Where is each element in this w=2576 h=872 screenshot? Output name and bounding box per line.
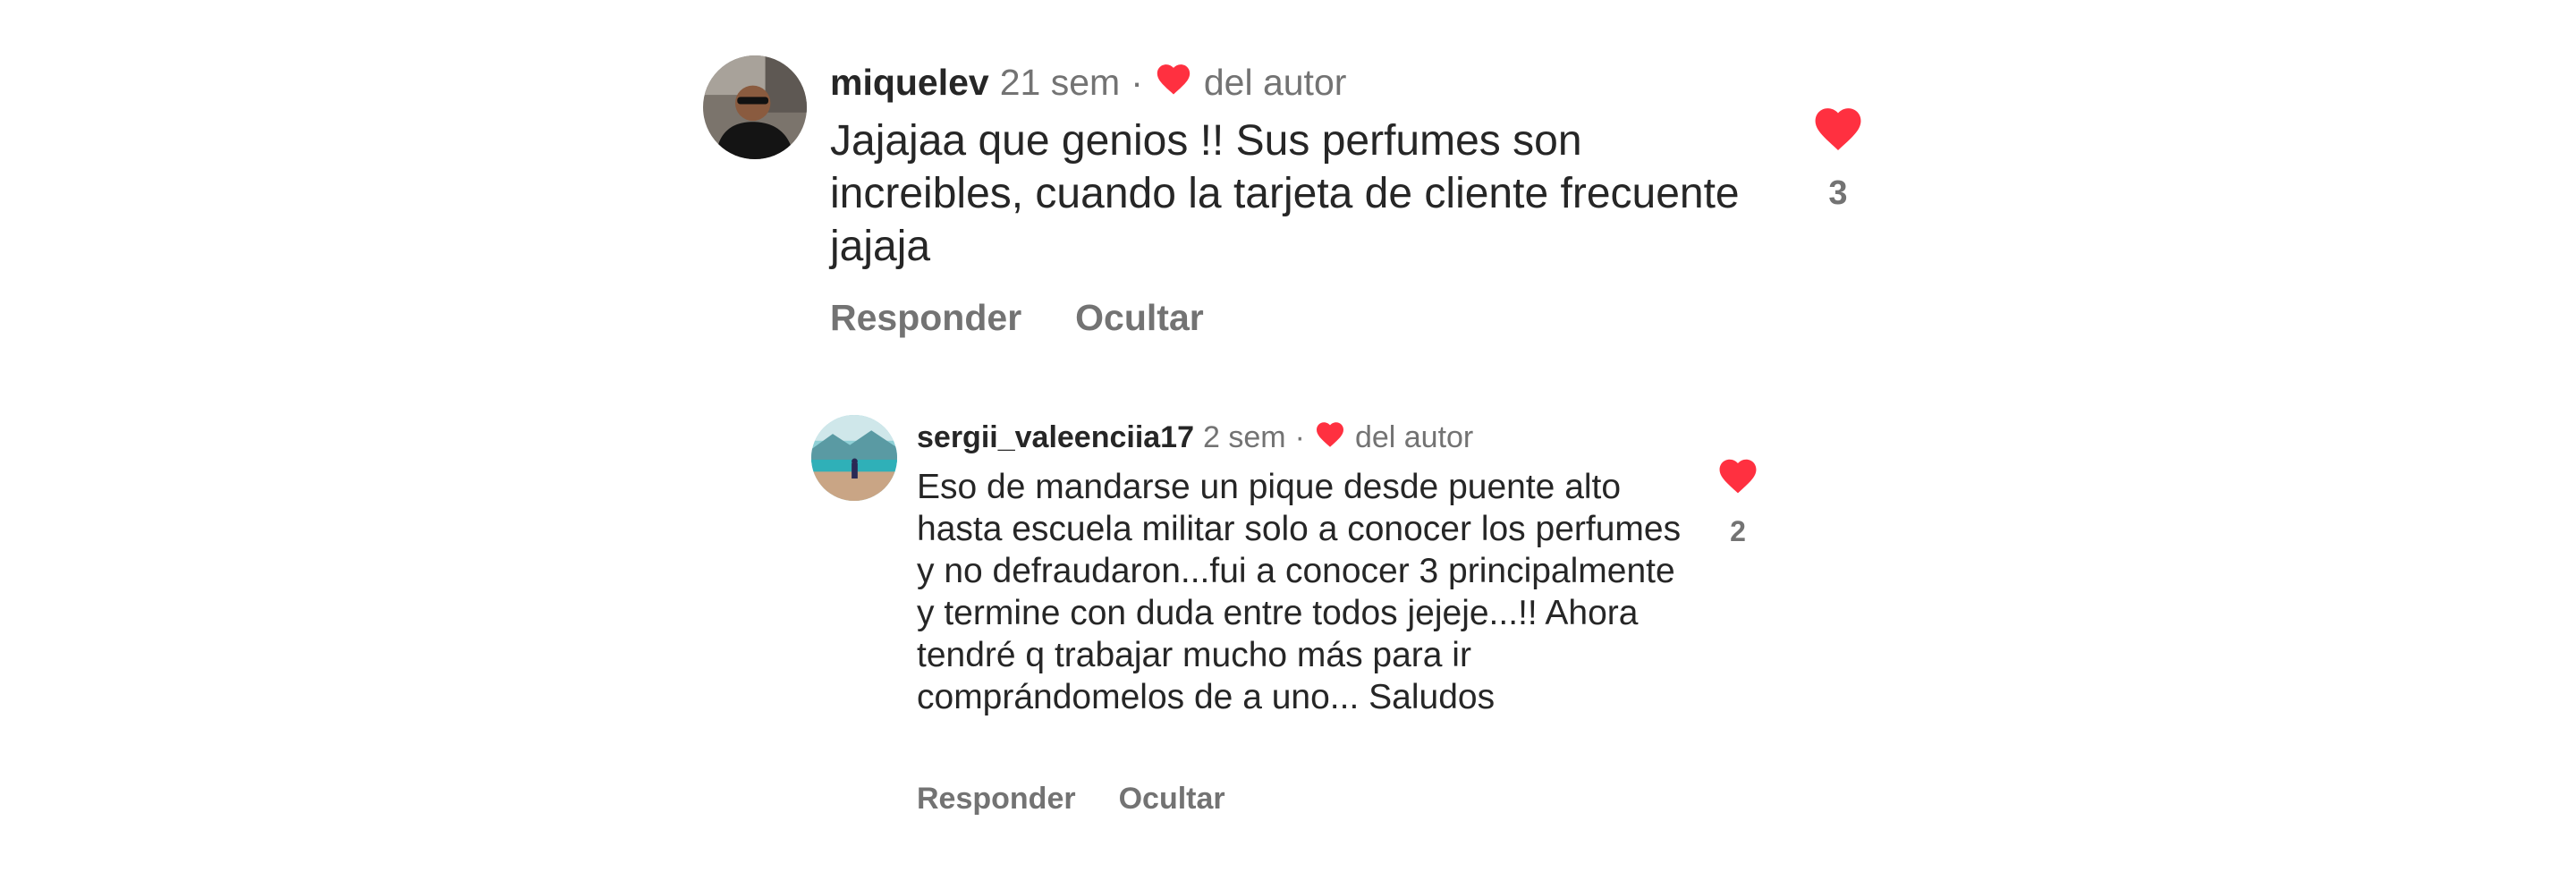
heart-icon[interactable] <box>1716 454 1760 499</box>
reply-button[interactable]: Responder <box>830 297 1021 339</box>
hide-button[interactable]: Ocultar <box>1119 782 1225 817</box>
comment-header: sergii_valeenciia17 2 sem · del autor <box>917 417 1482 458</box>
heart-icon[interactable] <box>1810 102 1866 157</box>
username[interactable]: miquelev <box>830 62 989 104</box>
like-count[interactable]: 2 <box>1730 515 1746 548</box>
comment-actions: Responder Ocultar <box>830 297 1204 339</box>
comment-header: miquelev 21 sem · del autor <box>830 57 1357 107</box>
separator: · <box>1131 61 1143 103</box>
author-heart-icon <box>1154 60 1193 105</box>
like-count[interactable]: 3 <box>1828 174 1847 213</box>
avatar[interactable] <box>703 55 807 159</box>
timestamp[interactable]: 21 sem <box>1000 62 1120 104</box>
username[interactable]: sergii_valeenciia17 <box>917 420 1194 455</box>
author-like-label: del autor <box>1354 419 1474 454</box>
avatar-photo <box>703 55 807 159</box>
like-control: 2 <box>1713 454 1763 548</box>
like-control: 3 <box>1807 102 1869 213</box>
avatar-photo <box>811 415 897 501</box>
avatar[interactable] <box>811 415 897 501</box>
separator: · <box>1294 419 1305 454</box>
reply-button[interactable]: Responder <box>917 782 1076 817</box>
hide-button[interactable]: Ocultar <box>1075 297 1204 339</box>
timestamp[interactable]: 2 sem <box>1203 420 1286 455</box>
comment-text: Eso de mandarse un pique desde puente al… <box>917 468 1682 716</box>
comment-actions: Responder Ocultar <box>917 782 1225 817</box>
author-like-label: del autor <box>1203 61 1347 103</box>
comment-text: Jajajaa que genios !! Sus perfumes son i… <box>830 117 1740 270</box>
author-heart-icon <box>1314 419 1346 456</box>
